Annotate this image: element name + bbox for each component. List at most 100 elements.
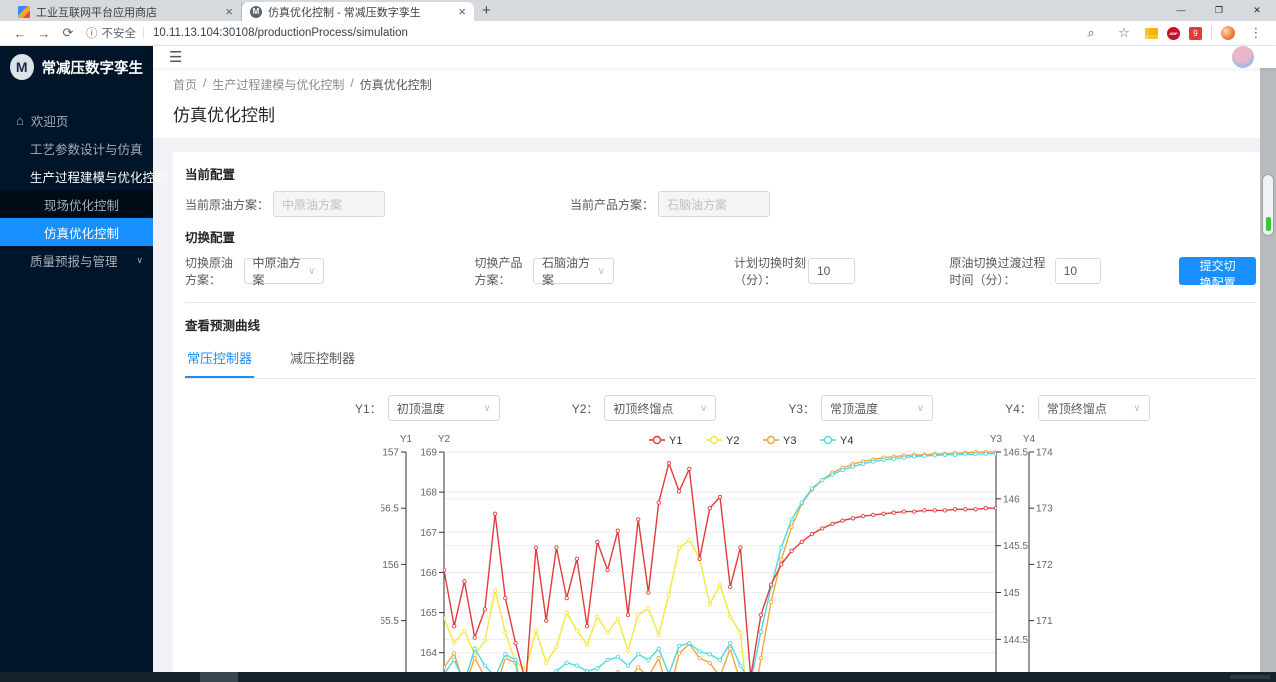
- store-favicon: [18, 6, 30, 18]
- sidebar-item-quality-forecast[interactable]: 质量预报与管理 ∨: [0, 246, 153, 274]
- select-value: 中原油方案: [253, 254, 309, 288]
- svg-text:Y4: Y4: [1023, 434, 1036, 445]
- address-bar[interactable]: ⓘ 不安全 | 10.11.13.104:30108/productionPro…: [86, 25, 1079, 41]
- orange-extension-icon[interactable]: [1221, 26, 1235, 40]
- sidebar-item-onsite-control[interactable]: 现场优化控制: [0, 190, 153, 218]
- submit-switch-config-button[interactable]: 提交切换配置: [1179, 257, 1256, 285]
- svg-text:171: 171: [1036, 616, 1053, 627]
- sidebar-item-label: 欢迎页: [31, 111, 69, 130]
- prediction-section-label: 查看预测曲线: [185, 315, 1256, 334]
- back-icon[interactable]: ←: [8, 26, 32, 41]
- tab-title: 仿真优化控制 - 常减压数字孪生: [268, 4, 452, 20]
- maximize-button[interactable]: ❐: [1200, 0, 1238, 20]
- y1-label: Y1：: [355, 400, 382, 417]
- breadcrumb-section[interactable]: 生产过程建模与优化控制: [212, 76, 344, 93]
- browser-toolbar: ← → ⟳ ⓘ 不安全 | 10.11.13.104:30108/product…: [0, 21, 1276, 46]
- switch-config-row: 切换原油方案： 中原油方案 ∨ 切换产品方案： 石脑油方案 ∨ 计划切换时刻（分…: [185, 254, 1256, 288]
- y3-select[interactable]: 常顶温度 ∨: [821, 395, 933, 421]
- svg-text:Y1: Y1: [400, 434, 413, 445]
- tab-close-icon[interactable]: ×: [458, 5, 466, 18]
- sidebar-item-welcome[interactable]: ⌂ 欢迎页: [0, 106, 153, 134]
- current-crude-label: 当前原油方案：: [185, 196, 269, 213]
- browser-tab-active[interactable]: M 仿真优化控制 - 常减压数字孪生 ×: [242, 2, 474, 21]
- new-tab-button[interactable]: +: [482, 2, 491, 19]
- select-value: 初顶终馏点: [613, 400, 673, 417]
- divider: [185, 302, 1256, 303]
- taskbar-app-segment[interactable]: [200, 672, 238, 682]
- main-area: ☰ 首页 / 生产过程建模与优化控制 / 仿真优化控制 仿真优化控制 当前配置 …: [153, 46, 1276, 672]
- switch-config-section-label: 切换配置: [185, 227, 1256, 246]
- chrome-menu-icon[interactable]: ⋮: [1244, 25, 1268, 41]
- sidebar-menu: ⌂ 欢迎页 工艺参数设计与仿真 生产过程建模与优化控制 ∧ 现场优化控制 仿真优…: [0, 106, 153, 274]
- sidebar-item-modeling-control[interactable]: 生产过程建模与优化控制 ∧: [0, 162, 153, 190]
- y4-label: Y4：: [1005, 400, 1032, 417]
- svg-text:174: 174: [1036, 448, 1053, 459]
- sidebar-submenu: 现场优化控制 仿真优化控制: [0, 190, 153, 246]
- tab-vacuum-controller[interactable]: 减压控制器: [288, 342, 357, 378]
- tab-atmospheric-controller[interactable]: 常压控制器: [185, 342, 254, 378]
- menu-fold-icon[interactable]: ☰: [169, 48, 182, 66]
- tab-close-icon[interactable]: ×: [225, 5, 233, 18]
- chevron-down-icon: ∨: [308, 266, 315, 277]
- forward-icon[interactable]: →: [32, 26, 56, 41]
- y-selectors-row: Y1： 初顶温度 ∨ Y2： 初顶终馏点 ∨ Y: [355, 395, 1256, 421]
- breadcrumb-home[interactable]: 首页: [173, 76, 197, 93]
- close-button[interactable]: ✕: [1238, 0, 1276, 20]
- browser-tabstrip: 工业互联网平台应用商店 × M 仿真优化控制 - 常减压数字孪生 × + — ❐…: [0, 0, 1276, 21]
- chevron-down-icon: ∨: [700, 403, 707, 414]
- minimize-button[interactable]: —: [1162, 0, 1200, 20]
- y4-select[interactable]: 常顶终馏点 ∨: [1038, 395, 1150, 421]
- svg-text:168: 168: [420, 488, 437, 499]
- logo-icon: M: [10, 54, 34, 80]
- browser-tab-store[interactable]: 工业互联网平台应用商店 ×: [10, 2, 242, 21]
- current-crude-input: 中原油方案: [273, 191, 385, 217]
- switch-crude-select[interactable]: 中原油方案 ∨: [244, 258, 325, 284]
- zoom-icon[interactable]: ⌕: [1079, 25, 1103, 41]
- svg-text:144.5: 144.5: [1003, 635, 1028, 646]
- y2-select[interactable]: 初顶终馏点 ∨: [604, 395, 716, 421]
- avatar[interactable]: [1232, 46, 1254, 68]
- controller-tabs: 常压控制器 减压控制器: [185, 342, 1256, 379]
- svg-text:169: 169: [420, 448, 437, 459]
- chevron-down-icon: ∨: [136, 255, 143, 266]
- breadcrumb-current: 仿真优化控制: [360, 76, 432, 93]
- extension-grid-icon[interactable]: [1145, 28, 1158, 39]
- info-icon[interactable]: ⓘ: [86, 25, 98, 41]
- select-value: 常顶温度: [830, 400, 878, 417]
- windows-taskbar[interactable]: [0, 672, 1276, 682]
- svg-text:167: 167: [420, 528, 437, 539]
- app-title: 常减压数字孪生: [42, 57, 144, 78]
- transition-time-input[interactable]: 10: [1055, 258, 1102, 284]
- chevron-down-icon: ∨: [483, 403, 490, 414]
- svg-text:Y3: Y3: [990, 434, 1003, 445]
- page-scrollbar[interactable]: ▲: [1260, 46, 1276, 672]
- svg-text:166: 166: [420, 568, 437, 579]
- switch-product-select[interactable]: 石脑油方案 ∨: [533, 258, 614, 284]
- bookmark-star-icon[interactable]: ☆: [1112, 25, 1136, 41]
- current-product-input: 石脑油方案: [658, 191, 770, 217]
- svg-text:145: 145: [1003, 588, 1020, 599]
- adblock-extension-icon[interactable]: ABP: [1167, 27, 1180, 40]
- reload-icon[interactable]: ⟳: [56, 25, 80, 41]
- switch-crude-label: 切换原油方案：: [185, 254, 240, 288]
- app-logo[interactable]: M 常减压数字孪生: [0, 46, 153, 88]
- current-config-section-label: 当前配置: [185, 164, 1256, 183]
- svg-text:155.5: 155.5: [381, 616, 399, 627]
- red-extension-icon[interactable]: 9: [1189, 27, 1202, 40]
- y1-select[interactable]: 初顶温度 ∨: [388, 395, 500, 421]
- sidebar-item-label: 仿真优化控制: [44, 223, 119, 242]
- current-config-row: 当前原油方案： 中原油方案 当前产品方案： 石脑油方案: [185, 191, 1256, 217]
- sidebar-item-simulation-control[interactable]: 仿真优化控制: [0, 218, 153, 246]
- taskbar-tray[interactable]: [1230, 675, 1270, 679]
- breadcrumb: 首页 / 生产过程建模与优化控制 / 仿真优化控制: [173, 76, 1260, 93]
- transition-time-label: 原油切换过渡过程时间（分）：: [950, 254, 1055, 288]
- plan-time-input[interactable]: 10: [808, 258, 855, 284]
- sidebar-item-process-design[interactable]: 工艺参数设计与仿真: [0, 134, 153, 162]
- sidebar-item-label: 质量预报与管理: [30, 251, 118, 270]
- app-header: ☰: [153, 46, 1276, 68]
- switch-product-label: 切换产品方案：: [474, 254, 529, 288]
- svg-text:Y2: Y2: [726, 435, 739, 447]
- svg-text:Y4: Y4: [840, 435, 853, 447]
- scrollbar-thumb[interactable]: [1262, 174, 1274, 236]
- line-chart-svg: Y1157156.5156155.5155154.5Y2169168167166…: [381, 431, 1061, 682]
